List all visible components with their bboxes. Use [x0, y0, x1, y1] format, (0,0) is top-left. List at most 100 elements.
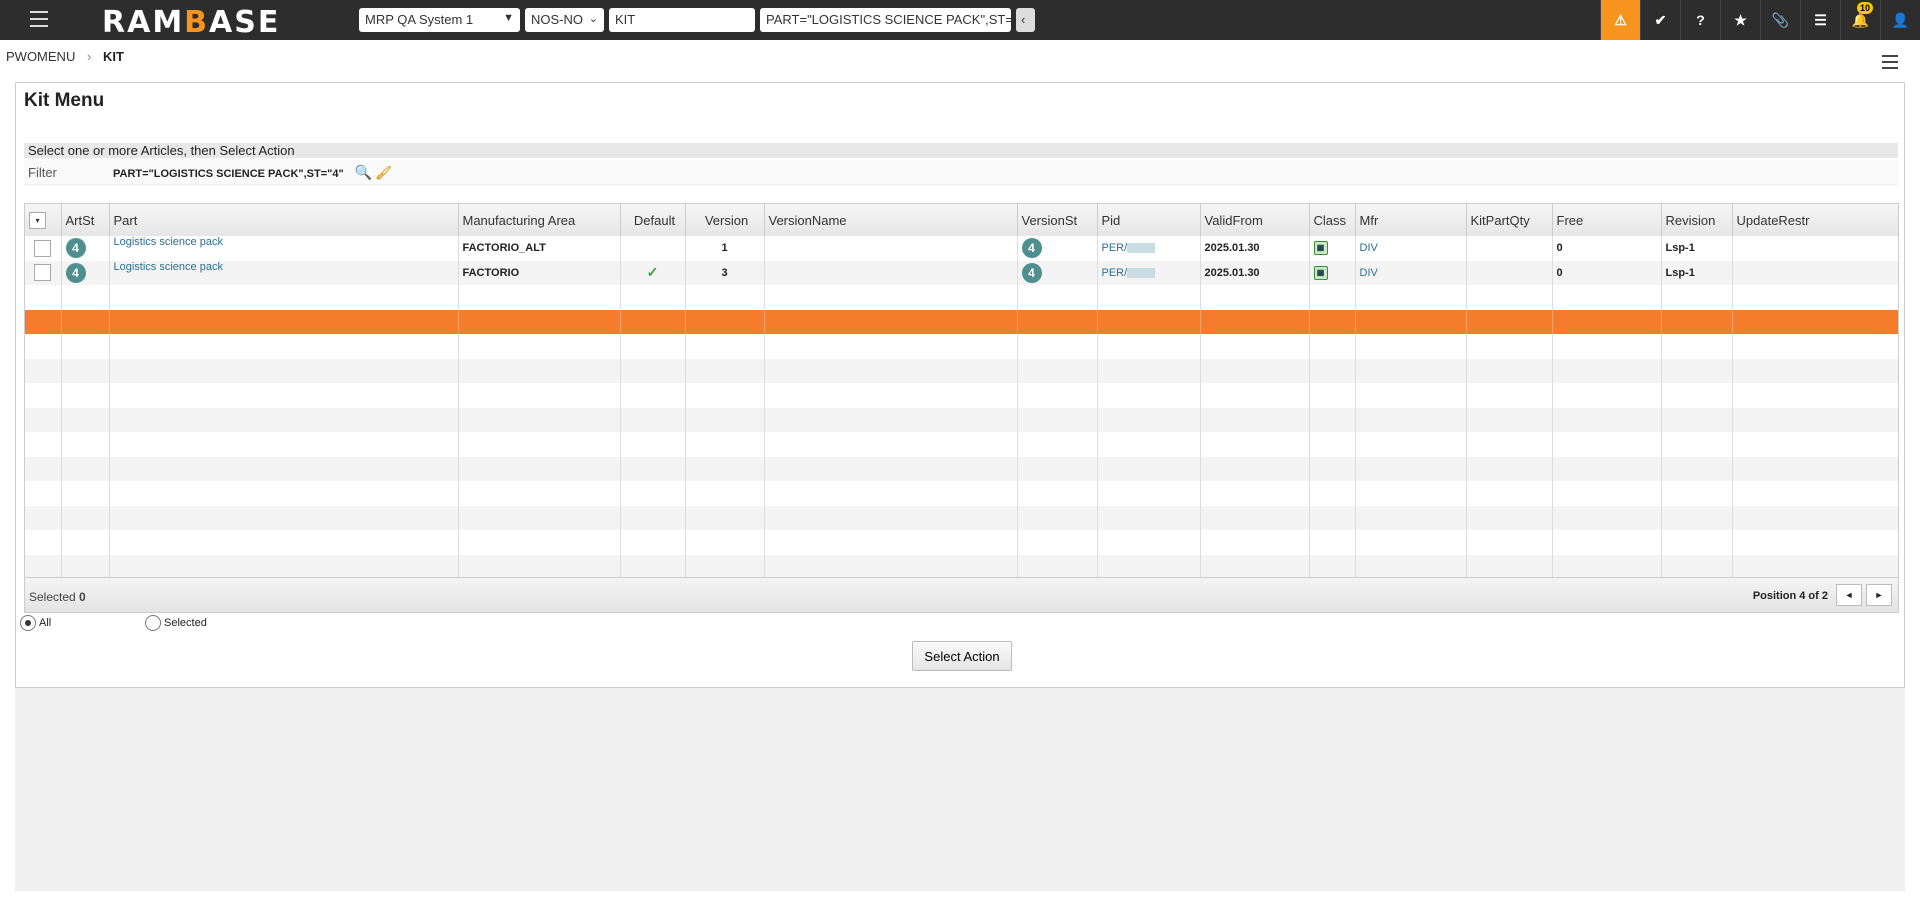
table-row[interactable]	[25, 554, 1898, 579]
main-menu-icon[interactable]	[30, 11, 48, 27]
column-header[interactable]: Revision	[1661, 204, 1733, 236]
cell-versionst	[1017, 456, 1098, 481]
cell-free	[1552, 554, 1662, 579]
rambase-logo[interactable]: RAMBASE	[102, 5, 280, 40]
program-input[interactable]: KIT	[609, 8, 755, 32]
column-header[interactable]: Free	[1552, 204, 1662, 236]
column-header[interactable]: Class	[1309, 204, 1356, 236]
row-select-cell[interactable]	[25, 309, 62, 334]
cell-version: 3	[685, 260, 765, 285]
filter-text: PART="LOGISTICS SCIENCE PACK",ST="4"	[113, 168, 344, 180]
radio-all-button[interactable]	[20, 615, 36, 631]
search-icon[interactable]: 🔍	[355, 164, 372, 180]
table-row[interactable]	[25, 505, 1898, 530]
radio-all[interactable]: All	[20, 615, 51, 631]
warning-button[interactable]: ⚠	[1600, 0, 1640, 40]
column-header[interactable]: UpdateRestr	[1732, 204, 1898, 236]
part-link[interactable]: Logistics science pack	[114, 236, 223, 248]
star-button[interactable]: ★	[1720, 0, 1760, 40]
column-header[interactable]: ArtSt	[61, 204, 110, 236]
column-header[interactable]: ValidFrom	[1200, 204, 1310, 236]
row-select-cell[interactable]	[25, 358, 62, 383]
radio-all-label: All	[39, 617, 52, 629]
mfr-link[interactable]: DIV	[1360, 267, 1378, 279]
table-row[interactable]	[25, 358, 1898, 383]
cell-kitpartqty	[1466, 530, 1553, 555]
cell-versionst	[1017, 407, 1098, 432]
row-checkbox[interactable]	[34, 264, 52, 282]
part-link[interactable]: Logistics science pack	[114, 261, 223, 273]
context-menu-icon[interactable]	[1882, 55, 1898, 69]
cell-default	[620, 358, 686, 383]
table-row[interactable]	[25, 407, 1898, 432]
paperclip-button[interactable]: 📎	[1760, 0, 1800, 40]
table-row[interactable]	[25, 383, 1898, 408]
row-select-cell[interactable]	[25, 260, 62, 285]
cell-mfr	[1355, 309, 1467, 334]
system-select[interactable]: MRP QA System 1 ▼	[359, 8, 520, 32]
row-select-cell[interactable]	[25, 383, 62, 408]
bell-button[interactable]: 🔔 10	[1840, 0, 1880, 40]
row-select-cell[interactable]	[25, 236, 62, 261]
row-select-cell[interactable]	[25, 481, 62, 506]
table-row[interactable]	[25, 530, 1898, 555]
column-header[interactable]: VersionSt	[1017, 204, 1098, 236]
column-header[interactable]: Mfr	[1355, 204, 1467, 236]
cell-versionst	[1017, 505, 1098, 530]
prev-page-button[interactable]: ◄	[1836, 584, 1862, 606]
column-header[interactable]: Manufacturing Area	[458, 204, 621, 236]
cell-version	[685, 530, 765, 555]
row-select-cell[interactable]	[25, 432, 62, 457]
row-select-cell[interactable]	[25, 554, 62, 579]
mfr-link[interactable]: DIV	[1360, 242, 1378, 254]
cell-pid	[1097, 530, 1201, 555]
table-row[interactable]	[25, 456, 1898, 481]
verified-button[interactable]: ✔	[1640, 0, 1680, 40]
column-header[interactable]: Default	[620, 204, 686, 236]
row-select-cell[interactable]	[25, 334, 62, 359]
kit-menu-panel: Kit Menu Select one or more Articles, th…	[15, 82, 1905, 688]
column-header[interactable]: Version	[685, 204, 765, 236]
row-select-cell[interactable]	[25, 530, 62, 555]
column-header[interactable]: KitPartQty	[1466, 204, 1553, 236]
filter-input[interactable]: PART="LOGISTICS SCIENCE PACK",ST="4"	[760, 8, 1011, 32]
locale-select[interactable]: NOS-NO ⌄	[525, 8, 604, 32]
radio-selected[interactable]: Selected	[145, 615, 207, 631]
user-button[interactable]: 👤	[1880, 0, 1920, 40]
pid-link[interactable]: PER/	[1102, 242, 1128, 254]
table-row[interactable]	[25, 432, 1898, 457]
table-row[interactable]: 4 Logistics science pack FACTORIO ✓ 3 4 PER/20…	[25, 260, 1898, 285]
row-select-cell[interactable]	[25, 505, 62, 530]
cell-default	[620, 309, 686, 334]
row-select-cell[interactable]	[25, 456, 62, 481]
breadcrumb-pwomenu[interactable]: PWOMENU	[6, 49, 75, 64]
cell-mfr	[1355, 358, 1467, 383]
select-all-checkbox[interactable]: ▾	[29, 211, 46, 229]
table-row[interactable]: 4 Logistics science pack FACTORIO_ALT 1 4 PER…	[25, 236, 1898, 261]
collapse-button[interactable]: ‹	[1016, 8, 1035, 32]
table-row[interactable]	[25, 334, 1898, 359]
help-button[interactable]: ?	[1680, 0, 1720, 40]
pid-link[interactable]: PER/	[1102, 267, 1128, 279]
next-page-button[interactable]: ►	[1866, 584, 1892, 606]
column-header[interactable]: Part	[109, 204, 459, 236]
row-select-cell[interactable]	[25, 407, 62, 432]
bill-of-materials-icon[interactable]: ▦	[1313, 241, 1328, 256]
clear-filter-icon[interactable]: 🖌	[375, 165, 392, 180]
redacted-value	[1127, 267, 1156, 278]
row-checkbox[interactable]	[34, 239, 52, 257]
column-header[interactable]: Pid	[1097, 204, 1201, 236]
selected-row[interactable]	[25, 309, 1898, 334]
table-row[interactable]	[25, 285, 1898, 310]
column-header[interactable]: VersionName	[764, 204, 1018, 236]
cell-revision	[1661, 285, 1733, 310]
table-row[interactable]	[25, 481, 1898, 506]
list-button[interactable]: ☰	[1800, 0, 1840, 40]
cell-class: ▦	[1309, 236, 1356, 261]
cell-artst	[61, 554, 110, 579]
radio-selected-button[interactable]	[145, 615, 161, 631]
select-all-dropdown[interactable]: ▾	[25, 204, 62, 236]
bill-of-materials-icon[interactable]: ▦	[1313, 265, 1328, 280]
select-action-button[interactable]: Select Action	[912, 641, 1012, 671]
row-select-cell[interactable]	[25, 285, 62, 310]
